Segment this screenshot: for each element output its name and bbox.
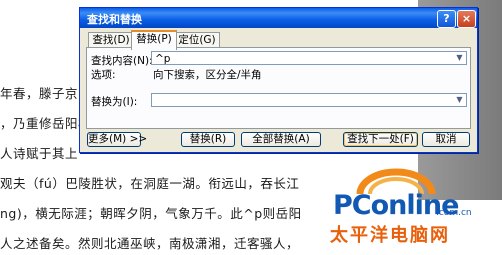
doc-line-6: 人之述备矣。然则北通巫峡，南极潇湘，迁客骚人，	[0, 236, 300, 251]
doc-line-1: 年春，滕子京	[0, 86, 79, 101]
find-replace-dialog: 查找和替换 ? × 查找(D) 替换(P) 定位(G) 查找内容(N): ^p …	[79, 7, 478, 153]
replace-input[interactable]: ▼	[151, 93, 467, 107]
logo-domain: .com.cn	[436, 208, 472, 218]
find-input[interactable]: ^p ▼	[151, 51, 467, 65]
find-input-value: ^p	[155, 53, 171, 65]
doc-line-4: 观夫（fú）巴陵胜状，在洞庭一湖。衔远山，吞长江	[0, 176, 300, 191]
tab-replace[interactable]: 替换(P)	[131, 30, 177, 50]
chevron-down-icon[interactable]: ▼	[454, 95, 465, 105]
tab-goto[interactable]: 定位(G)	[174, 32, 220, 48]
dialog-title: 查找和替换	[87, 13, 142, 26]
replace-panel: 查找内容(N): ^p ▼ 选项: 向下搜索，区分全/半角 替换为(I): ▼	[86, 47, 471, 129]
cancel-button[interactable]: 取消	[422, 132, 470, 147]
replace-all-button[interactable]: 全部替换(A)	[241, 132, 321, 147]
doc-line-5: ng)，横无际涯；朝晖夕阴，气象万千。此^p则岳阳	[0, 206, 302, 221]
close-button[interactable]: ×	[457, 10, 476, 28]
replace-label: 替换为(I):	[91, 96, 138, 108]
options-label: 选项:	[91, 69, 116, 81]
replace-button[interactable]: 替换(R)	[181, 132, 235, 147]
find-label: 查找内容(N):	[91, 55, 153, 67]
dialog-titlebar[interactable]: 查找和替换 ? ×	[80, 8, 477, 28]
options-value: 向下搜索，区分全/半角	[153, 69, 262, 81]
help-button[interactable]: ?	[437, 10, 456, 28]
doc-line-2: ，乃重修岳阳楼	[0, 116, 92, 131]
chevron-down-icon[interactable]: ▼	[454, 53, 465, 63]
tab-find[interactable]: 查找(D)	[88, 32, 134, 48]
logo-chinese-name: 太平洋电脑网	[330, 225, 450, 246]
find-next-button[interactable]: 查找下一处(F)	[343, 132, 418, 147]
more-button[interactable]: 更多(M) >>	[87, 132, 147, 147]
doc-line-3: 人诗赋于其上	[0, 146, 79, 161]
